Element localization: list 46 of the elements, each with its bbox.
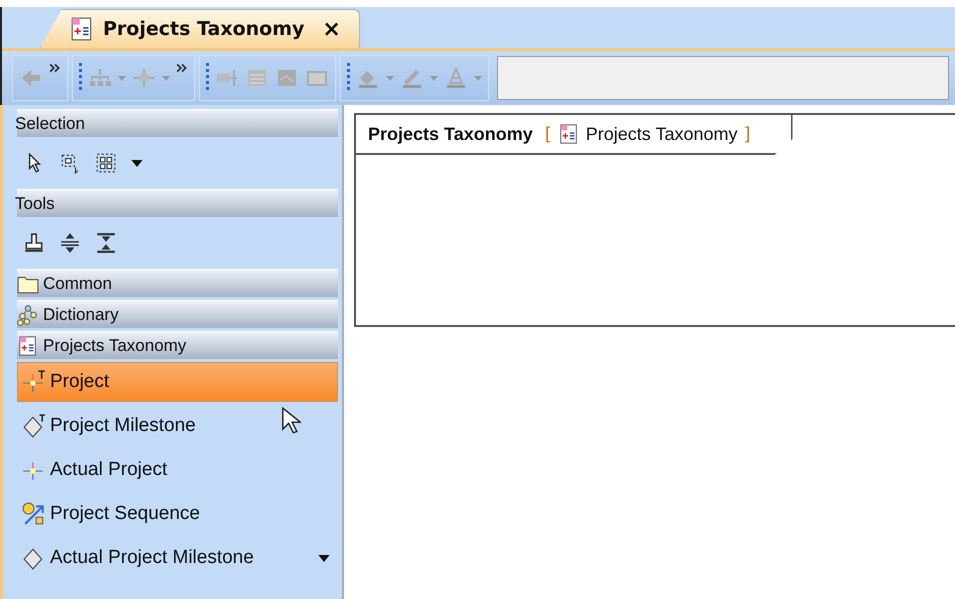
bracket: ] xyxy=(743,124,751,144)
palette-item[interactable]: Project Milestone xyxy=(17,406,338,446)
align-icon[interactable] xyxy=(132,66,156,90)
palette-item[interactable]: Actual Project xyxy=(17,450,338,490)
chevron-icon[interactable] xyxy=(176,62,188,74)
close-button[interactable]: × xyxy=(322,16,341,42)
palette-item[interactable]: Project Sequence xyxy=(17,494,338,534)
diagram-type: Projects Taxonomy xyxy=(586,124,738,144)
diagram-icon xyxy=(558,123,580,145)
insert-space-icon[interactable] xyxy=(59,232,81,254)
tree-icon xyxy=(17,304,39,326)
palette-header[interactable]: Tools xyxy=(17,189,338,217)
item-label: Actual Project xyxy=(50,459,168,481)
stamp-icon[interactable] xyxy=(23,232,45,254)
section-title: Tools xyxy=(15,194,55,214)
palette-header[interactable]: Dictionary xyxy=(17,300,338,328)
tab-title: Projects Taxonomy xyxy=(103,18,304,40)
sparkle-icon xyxy=(22,370,46,394)
bracket: [ xyxy=(544,124,552,144)
section-title: Selection xyxy=(15,114,85,134)
chevron-icon[interactable] xyxy=(49,62,61,74)
item-label: Actual Project Milestone xyxy=(50,547,254,569)
palette-header[interactable]: Projects Taxonomy xyxy=(17,331,338,359)
mouse-cursor-icon xyxy=(281,407,301,435)
rectangle-select-icon[interactable] xyxy=(59,152,81,174)
item-label: Project Sequence xyxy=(50,503,200,525)
sequence-icon xyxy=(22,502,46,526)
diamond-icon xyxy=(22,414,46,438)
palette-header[interactable]: Common xyxy=(17,269,338,297)
input-field[interactable] xyxy=(497,56,949,100)
section-title: Projects Taxonomy xyxy=(43,336,186,356)
section-title: Common xyxy=(43,274,112,294)
caret-icon[interactable] xyxy=(318,555,330,562)
caret-icon[interactable] xyxy=(131,160,143,166)
frame-name: Projects Taxonomy xyxy=(368,124,533,144)
multi-select-icon[interactable] xyxy=(95,152,117,174)
diagram-tab[interactable]: Projects Taxonomy × xyxy=(40,9,360,48)
font-color-icon[interactable] xyxy=(444,66,468,90)
palette-item[interactable]: Actual Project Milestone xyxy=(17,538,338,578)
diagram-icon xyxy=(17,334,39,356)
palette-item[interactable]: Project xyxy=(17,362,338,402)
remove-space-icon[interactable] xyxy=(95,232,117,254)
section-title: Dictionary xyxy=(43,304,119,324)
item-label: Project Milestone xyxy=(50,415,196,437)
item-label: Project xyxy=(50,371,110,393)
palette-header[interactable]: Selection xyxy=(17,109,338,137)
